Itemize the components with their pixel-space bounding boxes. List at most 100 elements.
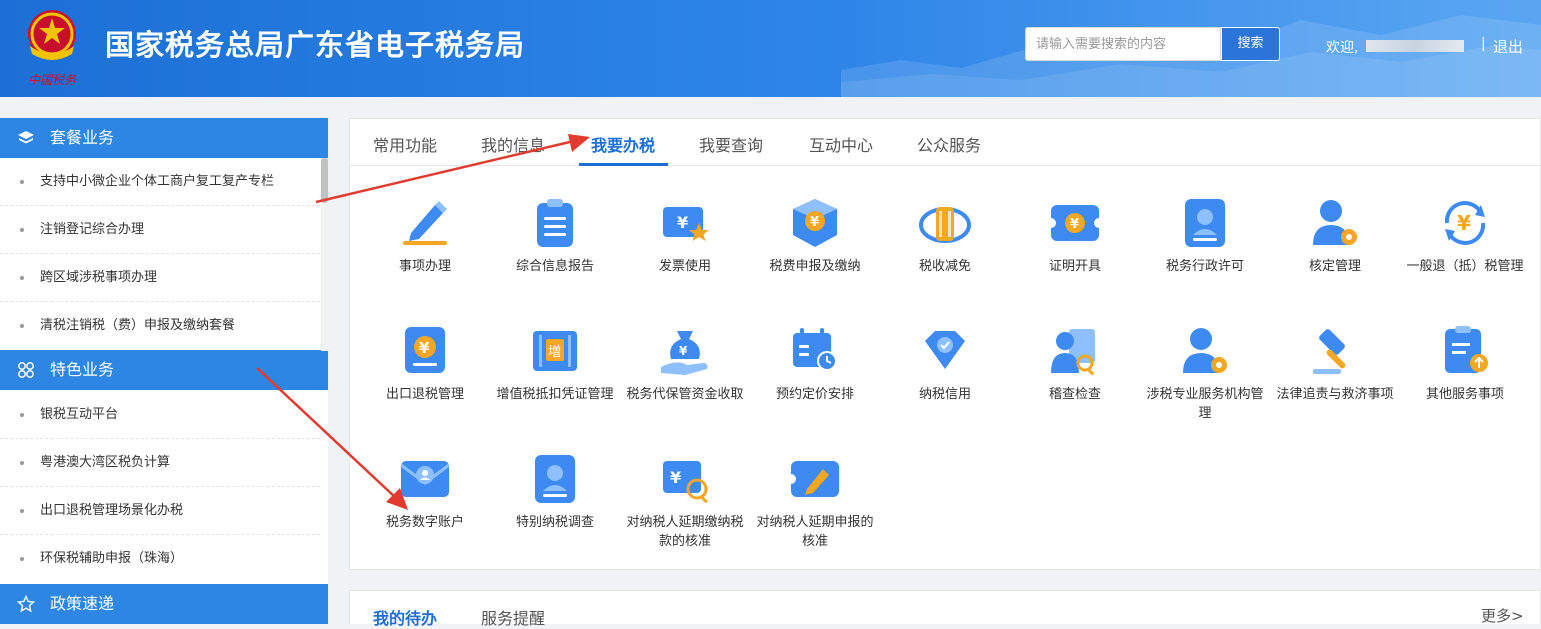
sidebar-section-package[interactable]: 套餐业务 bbox=[0, 118, 328, 158]
logout-link[interactable]: 退出 bbox=[1493, 36, 1523, 57]
service-item[interactable]: 其他服务事项 bbox=[1405, 323, 1525, 404]
active-tab-underline bbox=[579, 163, 668, 166]
service-label: 其他服务事项 bbox=[1425, 387, 1504, 402]
service-label: 综合信息报告 bbox=[515, 259, 594, 274]
service-label: 对纳税人延期缴纳税款的核准 bbox=[626, 515, 744, 549]
sidebar-item[interactable]: 环保税辅助申报（珠海） bbox=[0, 535, 320, 583]
service-label: 增值税抵扣凭证管理 bbox=[496, 387, 614, 402]
service-item[interactable]: 税务数字账户 bbox=[365, 451, 485, 532]
service-panel: 常用功能 我的信息 我要办税 我要查询 互动中心 公众服务 事项办理 综合信息报… bbox=[349, 118, 1541, 570]
tab-my-info[interactable]: 我的信息 bbox=[481, 132, 545, 156]
service-label: 税务代保管资金收取 bbox=[626, 387, 744, 402]
service-item[interactable]: 涉税专业服务机构管理 bbox=[1145, 323, 1265, 423]
tab-public-service[interactable]: 公众服务 bbox=[917, 132, 981, 156]
svg-text:増: 増 bbox=[548, 345, 561, 360]
layers-icon bbox=[18, 131, 34, 144]
sidebar: 套餐业务 支持中小微企业个体工商户复工复产专栏 注销登记综合办理 跨区域涉税事项… bbox=[0, 118, 328, 624]
pencil-icon bbox=[403, 201, 447, 245]
service-label: 涉税专业服务机构管理 bbox=[1146, 387, 1264, 421]
sidebar-scrollbar[interactable] bbox=[321, 158, 328, 351]
service-item[interactable]: 核定管理 bbox=[1275, 195, 1395, 276]
service-item[interactable]: ¥ 一般退（抵）税管理 bbox=[1405, 195, 1525, 276]
service-item[interactable]: 预约定价安排 bbox=[755, 323, 875, 404]
service-label: 对纳税人延期申报的核准 bbox=[756, 515, 874, 549]
sidebar-item[interactable]: 出口退税管理场景化办税 bbox=[0, 487, 320, 535]
site-header: 中国税务 国家税务总局广东省电子税务局 搜索 欢迎, | 退出 bbox=[0, 0, 1541, 97]
refund-icon: ¥ bbox=[1444, 201, 1486, 245]
vat-voucher-icon: 増 bbox=[533, 331, 577, 371]
tab-do-tax[interactable]: 我要办税 bbox=[591, 132, 655, 156]
service-item[interactable]: ¥ 发票使用 bbox=[625, 195, 745, 276]
header-separator: | bbox=[1481, 36, 1486, 52]
invoice-icon: ¥ bbox=[663, 207, 709, 241]
svg-text:¥: ¥ bbox=[810, 215, 819, 230]
svg-text:¥: ¥ bbox=[677, 213, 688, 232]
sidebar-item[interactable]: 粤港澳大湾区税负计算 bbox=[0, 439, 320, 487]
service-label: 出口退税管理 bbox=[385, 387, 464, 402]
service-item[interactable]: 増 增值税抵扣凭证管理 bbox=[495, 323, 615, 404]
welcome-text: 欢迎, bbox=[1326, 40, 1359, 56]
sidebar-section-featured[interactable]: 特色业务 bbox=[0, 350, 328, 390]
service-item[interactable]: ¥ 税务代保管资金收取 bbox=[625, 323, 745, 404]
service-item[interactable]: 稽查检查 bbox=[1015, 323, 1135, 404]
tab-service-reminder[interactable]: 服务提醒 bbox=[481, 605, 545, 629]
service-item[interactable]: ¥ 税费申报及缴纳 bbox=[755, 195, 875, 276]
service-label: 纳税信用 bbox=[918, 387, 971, 402]
sidebar-section-title: 套餐业务 bbox=[50, 128, 115, 147]
calendar-icon bbox=[793, 328, 837, 371]
diamond-icon bbox=[925, 331, 965, 369]
tab-interaction[interactable]: 互动中心 bbox=[809, 132, 873, 156]
service-item[interactable]: 纳税信用 bbox=[885, 323, 1005, 404]
deferred-payment-icon: ¥ bbox=[663, 461, 708, 504]
svg-text:¥: ¥ bbox=[1070, 217, 1079, 232]
service-label: 稽查检查 bbox=[1048, 387, 1101, 402]
sidebar-item[interactable]: 跨区域涉税事项办理 bbox=[0, 254, 320, 302]
service-item[interactable]: 特别纳税调查 bbox=[495, 451, 615, 532]
svg-text:¥: ¥ bbox=[419, 339, 430, 357]
svg-text:¥: ¥ bbox=[679, 344, 688, 358]
logo-text: 中国税务 bbox=[28, 73, 77, 87]
service-label: 税费申报及缴纳 bbox=[769, 259, 861, 274]
sidebar-item[interactable]: 注销登记综合办理 bbox=[0, 206, 320, 254]
service-item[interactable]: 综合信息报告 bbox=[495, 195, 615, 276]
service-tabs: 常用功能 我的信息 我要办税 我要查询 互动中心 公众服务 bbox=[350, 119, 1541, 166]
star-icon bbox=[17, 595, 35, 613]
service-item[interactable]: 法律追责与救济事项 bbox=[1275, 323, 1395, 404]
service-label: 税收减免 bbox=[918, 259, 971, 274]
scrollbar-thumb[interactable] bbox=[321, 158, 328, 203]
service-item[interactable]: ¥ 证明开具 bbox=[1015, 195, 1135, 276]
sidebar-item[interactable]: 清税注销税（费）申报及缴纳套餐 bbox=[0, 302, 320, 350]
tab-query[interactable]: 我要查询 bbox=[699, 132, 763, 156]
user-gear-icon bbox=[1313, 200, 1357, 245]
coins-icon bbox=[919, 207, 971, 243]
service-item[interactable]: 税务行政许可 bbox=[1145, 195, 1265, 276]
service-label: 事项办理 bbox=[398, 259, 451, 274]
sidebar-section-title: 特色业务 bbox=[50, 360, 115, 379]
service-item[interactable]: ¥ 出口退税管理 bbox=[365, 323, 485, 404]
certificate-icon: ¥ bbox=[1047, 205, 1103, 241]
more-link[interactable]: 更多> bbox=[1481, 605, 1524, 626]
service-label: 预约定价安排 bbox=[775, 387, 854, 402]
sidebar-item[interactable]: 支持中小微企业个体工商户复工复产专栏 bbox=[0, 158, 320, 206]
grid-icon bbox=[18, 362, 34, 378]
service-item[interactable]: 税收减免 bbox=[885, 195, 1005, 276]
gavel-icon bbox=[1313, 329, 1346, 374]
svg-text:¥: ¥ bbox=[670, 468, 681, 487]
sidebar-section-policy[interactable]: 政策速递 bbox=[0, 584, 328, 624]
sidebar-item[interactable]: 银税互动平台 bbox=[0, 391, 320, 439]
tab-common[interactable]: 常用功能 bbox=[373, 132, 437, 156]
service-item[interactable]: 事项办理 bbox=[365, 195, 485, 276]
svg-text:¥: ¥ bbox=[1457, 211, 1471, 235]
search-input[interactable] bbox=[1025, 27, 1221, 61]
service-item[interactable]: ¥ 对纳税人延期缴纳税款的核准 bbox=[625, 451, 745, 551]
service-label: 税务行政许可 bbox=[1165, 259, 1244, 274]
tab-my-todo[interactable]: 我的待办 bbox=[373, 605, 437, 629]
permit-icon bbox=[1185, 199, 1225, 247]
service-item[interactable]: 对纳税人延期申报的核准 bbox=[755, 451, 875, 551]
search-button[interactable]: 搜索 bbox=[1221, 27, 1280, 61]
deferred-filing-icon bbox=[787, 461, 839, 497]
masked-username bbox=[1366, 40, 1464, 52]
clipboard-icon bbox=[537, 199, 573, 247]
service-label: 核定管理 bbox=[1308, 259, 1361, 274]
other-services-icon bbox=[1445, 326, 1488, 373]
